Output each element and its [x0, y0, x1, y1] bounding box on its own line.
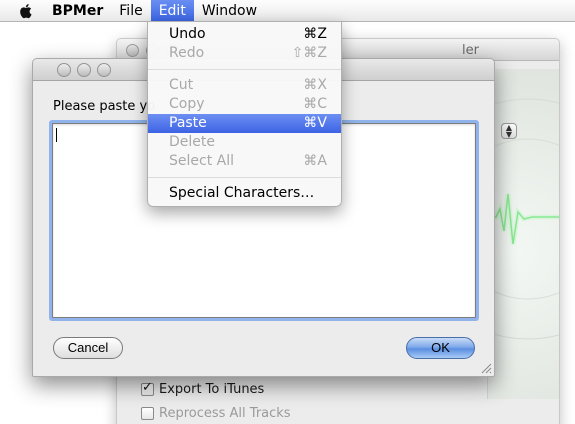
export-to-itunes-checkbox[interactable]: Export To iTunes: [141, 380, 265, 397]
export-to-itunes-label: Export To iTunes: [159, 382, 265, 397]
menu-item-undo[interactable]: Undo ⌘Z: [148, 25, 341, 44]
menu-item-special-characters[interactable]: Special Characters…: [148, 184, 341, 203]
heartbeat-graphic: [487, 69, 559, 399]
menu-item-paste[interactable]: Paste ⌘V: [148, 114, 341, 133]
heartbeat-line-icon: [488, 193, 559, 245]
reprocess-all-tracks-checkbox[interactable]: Reprocess All Tracks: [141, 406, 291, 421]
ok-button[interactable]: OK: [406, 337, 475, 359]
menu-item-cut: Cut ⌘X: [169, 77, 327, 93]
cancel-button[interactable]: Cancel: [53, 337, 123, 359]
reprocess-all-tracks-label: Reprocess All Tracks: [159, 406, 291, 421]
dialog-close-icon[interactable]: [57, 63, 71, 77]
text-caret: [56, 128, 57, 142]
dialog-minimize-icon[interactable]: [77, 63, 91, 77]
menu-item-copy: Copy ⌘C: [169, 96, 327, 112]
menu-item-select-all: Select All ⌘A: [169, 153, 327, 169]
menu-file[interactable]: File: [111, 0, 150, 22]
menu-separator: [148, 69, 341, 70]
dialog-prompt: Please paste yo: [53, 99, 156, 114]
menu-separator: [148, 177, 341, 178]
menu-item-redo: Redo ⇧⌘Z: [169, 45, 327, 61]
reprocess-all-tracks-check[interactable]: [141, 407, 154, 420]
menu-window[interactable]: Window: [194, 0, 265, 22]
bg-stepper[interactable]: ▲ ▼: [501, 123, 517, 139]
export-to-itunes-check[interactable]: [141, 380, 154, 396]
menu-bar: BPMer File Edit Window: [0, 0, 575, 22]
menu-item-delete: Delete: [169, 134, 215, 150]
menu-edit[interactable]: Edit: [150, 0, 194, 22]
resize-grip-icon[interactable]: [480, 362, 492, 374]
apple-menu-icon[interactable]: [16, 0, 36, 22]
menu-app-name[interactable]: BPMer: [44, 0, 111, 22]
dialog-zoom-icon[interactable]: [97, 63, 111, 77]
edit-menu-dropdown: Undo ⌘Z Redo ⇧⌘Z Cut ⌘X Copy ⌘C Paste ⌘V Dele…: [147, 21, 342, 207]
